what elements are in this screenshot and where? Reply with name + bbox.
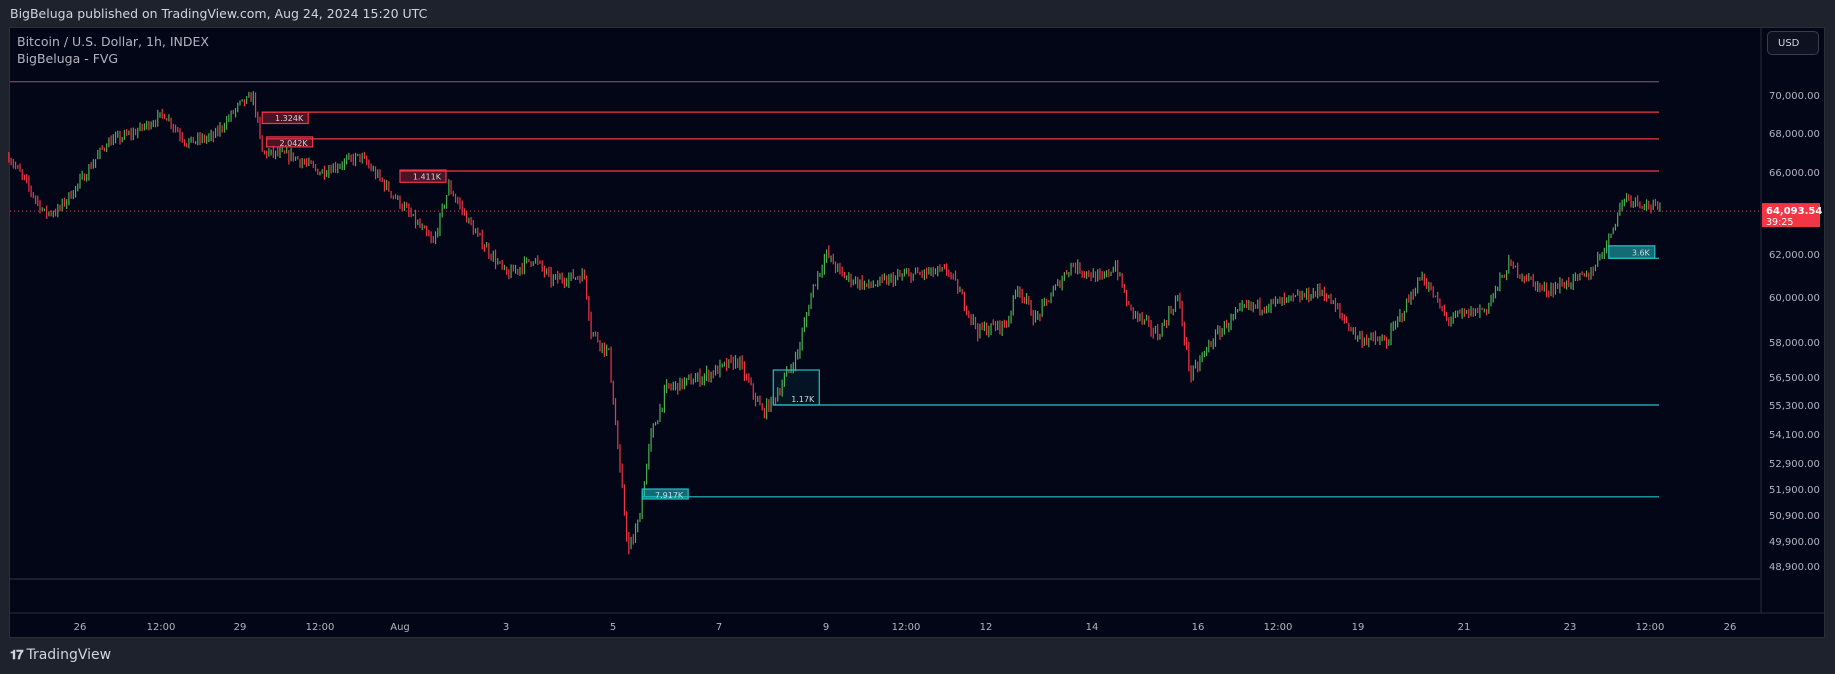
y-tick-label: 70,000.00 [1769, 91, 1820, 102]
x-tick-label: 16 [1192, 622, 1205, 633]
x-tick-label: 26 [74, 622, 87, 633]
y-tick-label: 50,900.00 [1769, 511, 1820, 522]
x-tick-label: 12:00 [147, 622, 176, 633]
x-tick-label: 14 [1086, 622, 1099, 633]
price-bars [8, 91, 1661, 555]
x-tick-label: 12:00 [1264, 622, 1293, 633]
x-tick-label: 7 [716, 622, 722, 633]
y-tick-label: 48,900.00 [1769, 562, 1820, 573]
last-price-value: 64,093.54 [1766, 206, 1822, 217]
chart-legend: Bitcoin / U.S. Dollar, 1h, INDEX BigBelu… [17, 33, 209, 67]
y-tick-label: 51,900.00 [1769, 485, 1820, 496]
x-tick-label: 26 [1724, 622, 1737, 633]
y-tick-label: 66,000.00 [1769, 168, 1820, 179]
x-tick-label: 3 [503, 622, 509, 633]
y-tick-label: 54,100.00 [1769, 430, 1820, 441]
x-tick-label: 19 [1352, 622, 1365, 633]
y-tick-label: 49,900.00 [1769, 537, 1820, 548]
y-tick-label: 58,000.00 [1769, 338, 1820, 349]
tradingview-logo-icon: 𝟏𝟕 [10, 647, 24, 663]
fvg-volume-label: 3.6K [1632, 248, 1651, 257]
x-tick-label: 9 [823, 622, 829, 633]
x-tick-label: 12 [980, 622, 993, 633]
footer-brand[interactable]: 𝟏𝟕 TradingView [10, 647, 111, 663]
fvg-volume-label: 2.042K [279, 139, 308, 148]
x-tick-label: 21 [1458, 622, 1471, 633]
x-tick-label: 5 [610, 622, 616, 633]
y-tick-label: 56,500.00 [1769, 373, 1820, 384]
indicator-title[interactable]: BigBeluga - FVG [17, 50, 209, 67]
y-tick-label: 60,000.00 [1769, 293, 1820, 304]
fvg-volume-label: 1.17K [791, 395, 815, 404]
y-tick-label: 55,300.00 [1769, 401, 1820, 412]
brand-name: TradingView [26, 647, 112, 663]
currency-button[interactable]: USD [1767, 31, 1819, 55]
x-tick-label: 23 [1564, 622, 1577, 633]
fvg-volume-label: 1.411K [413, 172, 442, 181]
x-tick-label: 12:00 [892, 622, 921, 633]
x-tick-label: 12:00 [1636, 622, 1665, 633]
bar-countdown: 39:25 [1766, 217, 1793, 228]
y-tick-label: 62,000.00 [1769, 250, 1820, 261]
fvg-volume-label: 1.324K [275, 114, 304, 123]
y-tick-label: 68,000.00 [1769, 129, 1820, 140]
x-tick-label: 29 [234, 622, 247, 633]
x-tick-label: 12:00 [306, 622, 335, 633]
x-tick-label: Aug [390, 622, 410, 633]
y-tick-label: 52,900.00 [1769, 459, 1820, 470]
symbol-title[interactable]: Bitcoin / U.S. Dollar, 1h, INDEX [17, 33, 209, 50]
price-chart[interactable]: 1.324K 2.042K 1.411K 1.17K 7.917K 3.6K 64,093.… [0, 0, 1835, 674]
fvg-volume-label: 7.917K [655, 491, 684, 500]
